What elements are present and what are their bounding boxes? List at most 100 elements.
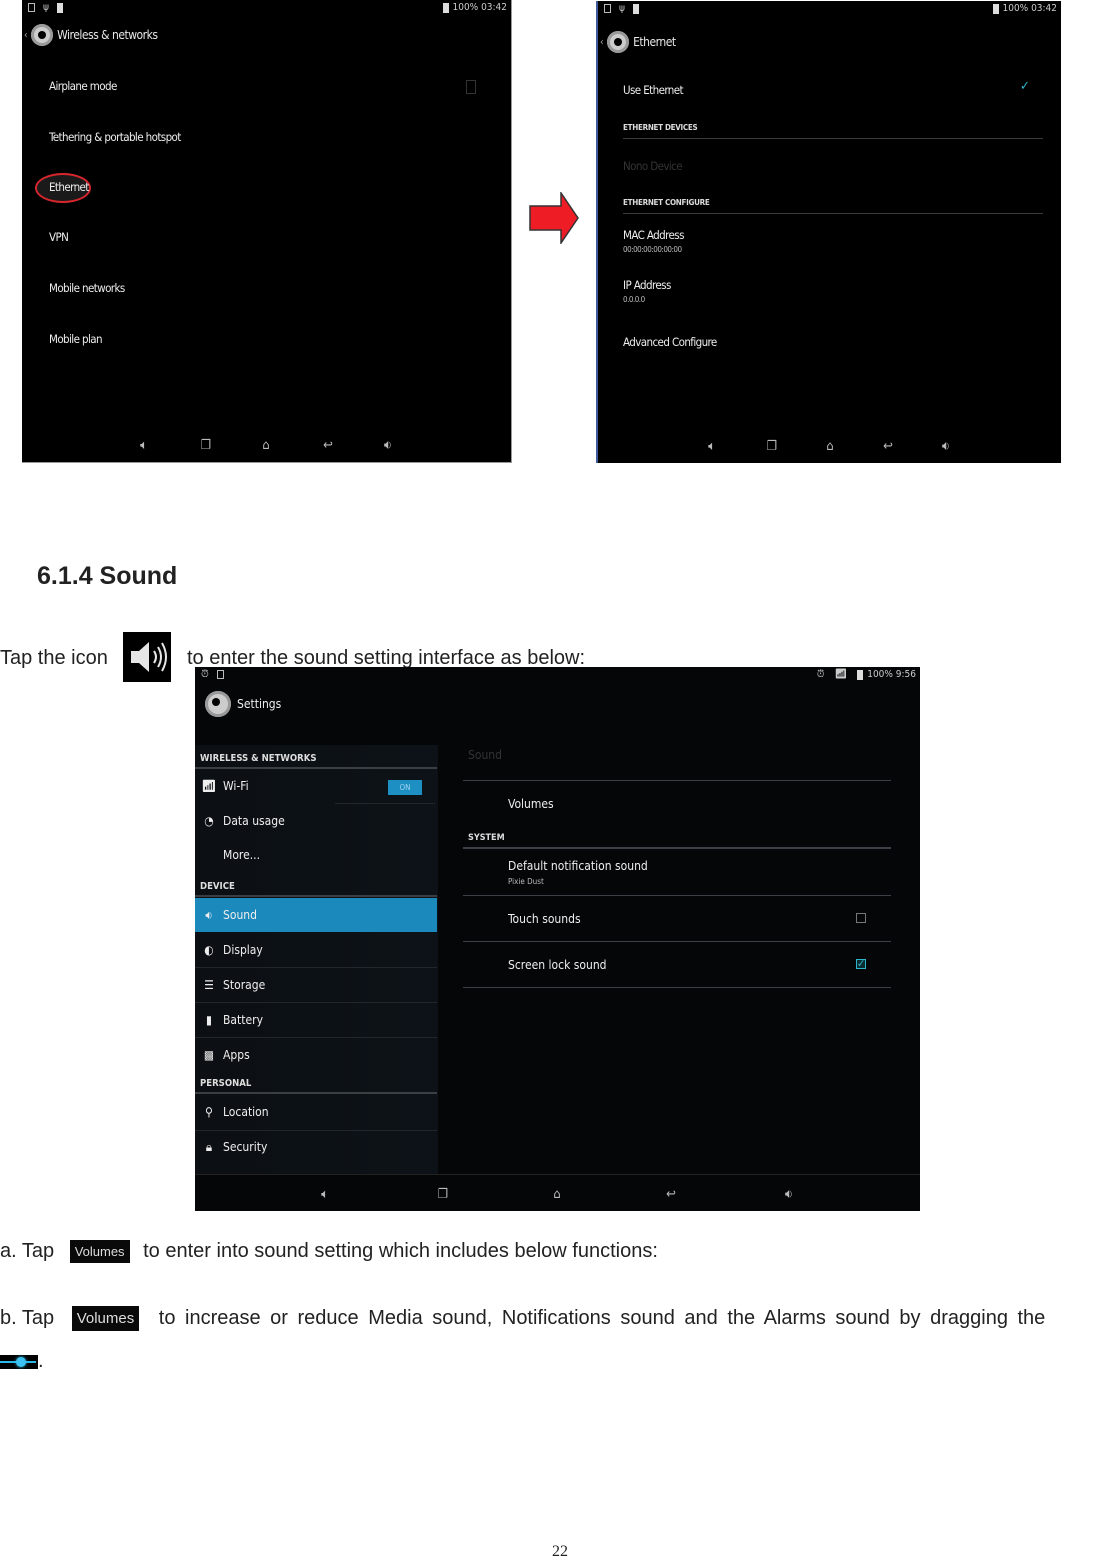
back-chevron-icon[interactable]: ‹ — [24, 30, 28, 41]
battery-icon: ▮ — [206, 1013, 212, 1027]
navigation-bar: 🔈︎ ❐ ⌂ ↩ 🔉︎ — [598, 427, 1061, 463]
sidebar-item-display[interactable]: ◐ Display — [195, 933, 437, 967]
battery-icon — [857, 669, 864, 680]
volume-up-icon[interactable]: 🔉︎ — [378, 438, 398, 454]
sd-card-icon — [632, 3, 639, 14]
volume-up-icon[interactable]: 🔉︎ — [779, 1187, 799, 1203]
screenshot-notification-icon — [28, 3, 35, 12]
divider — [463, 895, 891, 896]
volume-down-icon[interactable]: 🔈︎ — [702, 439, 722, 455]
navigation-bar: 🔈︎ ❐ ⌂ ↩ 🔉︎ — [195, 1174, 920, 1211]
ethernet-devices-header: ETHERNET DEVICES — [623, 123, 698, 132]
alarm-icon: ⏰︎ — [201, 669, 209, 680]
menu-item-tethering[interactable]: Tethering & portable hotspot — [49, 130, 181, 144]
home-icon[interactable]: ⌂ — [820, 439, 840, 455]
sidebar-item-storage[interactable]: ☰ Storage — [195, 968, 437, 1002]
settings-gear-icon — [607, 31, 630, 53]
screen-lock-sound-checkbox[interactable]: ✓ — [856, 958, 866, 969]
wifi-toggle[interactable]: ON — [388, 780, 422, 795]
settings-gear-icon — [31, 24, 54, 46]
wifi-icon: 📶︎ — [201, 779, 217, 793]
sidebar-item-data-usage[interactable]: ◔ Data usage — [195, 804, 437, 838]
divider — [623, 138, 1043, 139]
usb-icon: ψ — [619, 3, 625, 14]
menu-item-ethernet[interactable]: Ethernet — [49, 180, 89, 194]
wifi-status-icon: 📶︎ — [834, 669, 848, 680]
pane-title: Sound — [468, 748, 503, 762]
section-header-wireless: WIRELESS & NETWORKS — [200, 753, 317, 764]
divider — [463, 780, 891, 781]
back-icon[interactable]: ↩ — [661, 1187, 681, 1203]
status-time: 100% 03:42 — [1002, 3, 1058, 14]
sidebar-item-label: Sound — [223, 908, 258, 922]
sidebar-item-more[interactable]: More... — [195, 838, 437, 872]
screen-lock-sound-item[interactable]: Screen lock sound — [508, 958, 607, 972]
mac-address-label[interactable]: MAC Address — [623, 228, 684, 242]
use-ethernet-label[interactable]: Use Ethernet — [623, 83, 684, 97]
apps-icon: ▩ — [203, 1048, 215, 1062]
step-a-suffix: to enter into sound setting which includ… — [143, 1240, 658, 1262]
recent-apps-icon[interactable]: ❐ — [762, 439, 782, 455]
airplane-mode-checkbox[interactable] — [466, 80, 476, 94]
home-icon[interactable]: ⌂ — [256, 438, 276, 454]
volumes-item[interactable]: Volumes — [508, 797, 554, 811]
title-bar[interactable]: ‹ Ethernet — [600, 31, 676, 53]
sd-card-icon — [56, 2, 63, 13]
title-bar[interactable]: ‹ Wireless & networks — [24, 24, 158, 46]
sidebar-item-location[interactable]: ⚲ Location — [195, 1095, 437, 1129]
home-icon[interactable]: ⌂ — [547, 1187, 567, 1203]
touch-sounds-item[interactable]: Touch sounds — [508, 912, 581, 926]
touch-sounds-checkbox[interactable] — [856, 913, 866, 923]
mac-address-value: 00:00:00:00:00:00 — [623, 245, 682, 254]
ethernet-screenshot: ψ 100% 03:42 ‹ Ethernet Use Ethernet ✓ E… — [596, 1, 1061, 463]
volume-down-icon[interactable]: 🔈︎ — [315, 1187, 335, 1203]
divider — [195, 895, 437, 897]
title-bar: Settings — [205, 691, 281, 717]
recent-apps-icon[interactable]: ❐ — [196, 438, 216, 454]
divider — [463, 941, 891, 942]
default-notification-sound-item[interactable]: Default notification sound — [508, 859, 648, 873]
recent-apps-icon[interactable]: ❐ — [433, 1187, 453, 1203]
back-chevron-icon[interactable]: ‹ — [600, 37, 604, 48]
alarm-status-icon: ⏰︎ — [816, 669, 825, 680]
menu-item-mobile-plan[interactable]: Mobile plan — [49, 332, 103, 346]
screen-title: Ethernet — [633, 35, 676, 49]
menu-item-airplane-mode[interactable]: Airplane mode — [49, 79, 117, 93]
back-icon[interactable]: ↩ — [318, 438, 338, 454]
menu-item-mobile-networks[interactable]: Mobile networks — [49, 281, 125, 295]
step-b-end: . — [38, 1350, 44, 1372]
sidebar-item-sound[interactable]: 🔉︎ Sound — [195, 898, 437, 932]
usb-icon: ψ — [43, 2, 49, 13]
advanced-configure-item[interactable]: Advanced Configure — [623, 335, 717, 349]
sidebar-item-label: More... — [223, 848, 261, 862]
menu-item-vpn[interactable]: VPN — [49, 230, 69, 244]
sidebar-item-label: Storage — [223, 978, 266, 992]
section-header-personal: PERSONAL — [200, 1078, 252, 1089]
settings-gear-icon — [205, 691, 231, 717]
lock-icon: 🔒︎ — [205, 1139, 213, 1154]
use-ethernet-checkbox[interactable]: ✓ — [1020, 79, 1030, 94]
sidebar-item-apps[interactable]: ▩ Apps — [195, 1038, 437, 1072]
intro-text-before: Tap the icon — [0, 647, 108, 669]
location-pin-icon: ⚲ — [205, 1105, 213, 1119]
sidebar-item-label: Wi-Fi — [223, 779, 249, 793]
step-b-prefix: b. Tap — [0, 1306, 55, 1329]
status-bar: ψ 100% 03:42 — [22, 0, 511, 16]
volume-up-icon[interactable]: 🔉︎ — [936, 439, 956, 455]
divider — [463, 987, 891, 988]
step-b-continuation: . — [0, 1350, 44, 1373]
display-brightness-icon: ◐ — [204, 943, 214, 957]
sidebar-item-battery[interactable]: ▮ Battery — [195, 1003, 437, 1037]
ip-address-label[interactable]: IP Address — [623, 278, 671, 292]
back-icon[interactable]: ↩ — [878, 439, 898, 455]
ethernet-device-value: Nono Device — [623, 159, 683, 173]
volumes-chip-image: Volumes — [69, 1240, 130, 1264]
divider — [463, 847, 891, 849]
volume-slider-icon — [0, 1354, 38, 1369]
volume-down-icon[interactable]: 🔈︎ — [134, 438, 154, 454]
status-time: 100% 03:42 — [452, 2, 508, 13]
section-heading: 6.1.4 Sound — [37, 562, 178, 590]
data-usage-icon: ◔ — [204, 814, 214, 828]
divider — [195, 1092, 437, 1094]
sidebar-item-security[interactable]: 🔒︎ Security — [195, 1130, 437, 1164]
